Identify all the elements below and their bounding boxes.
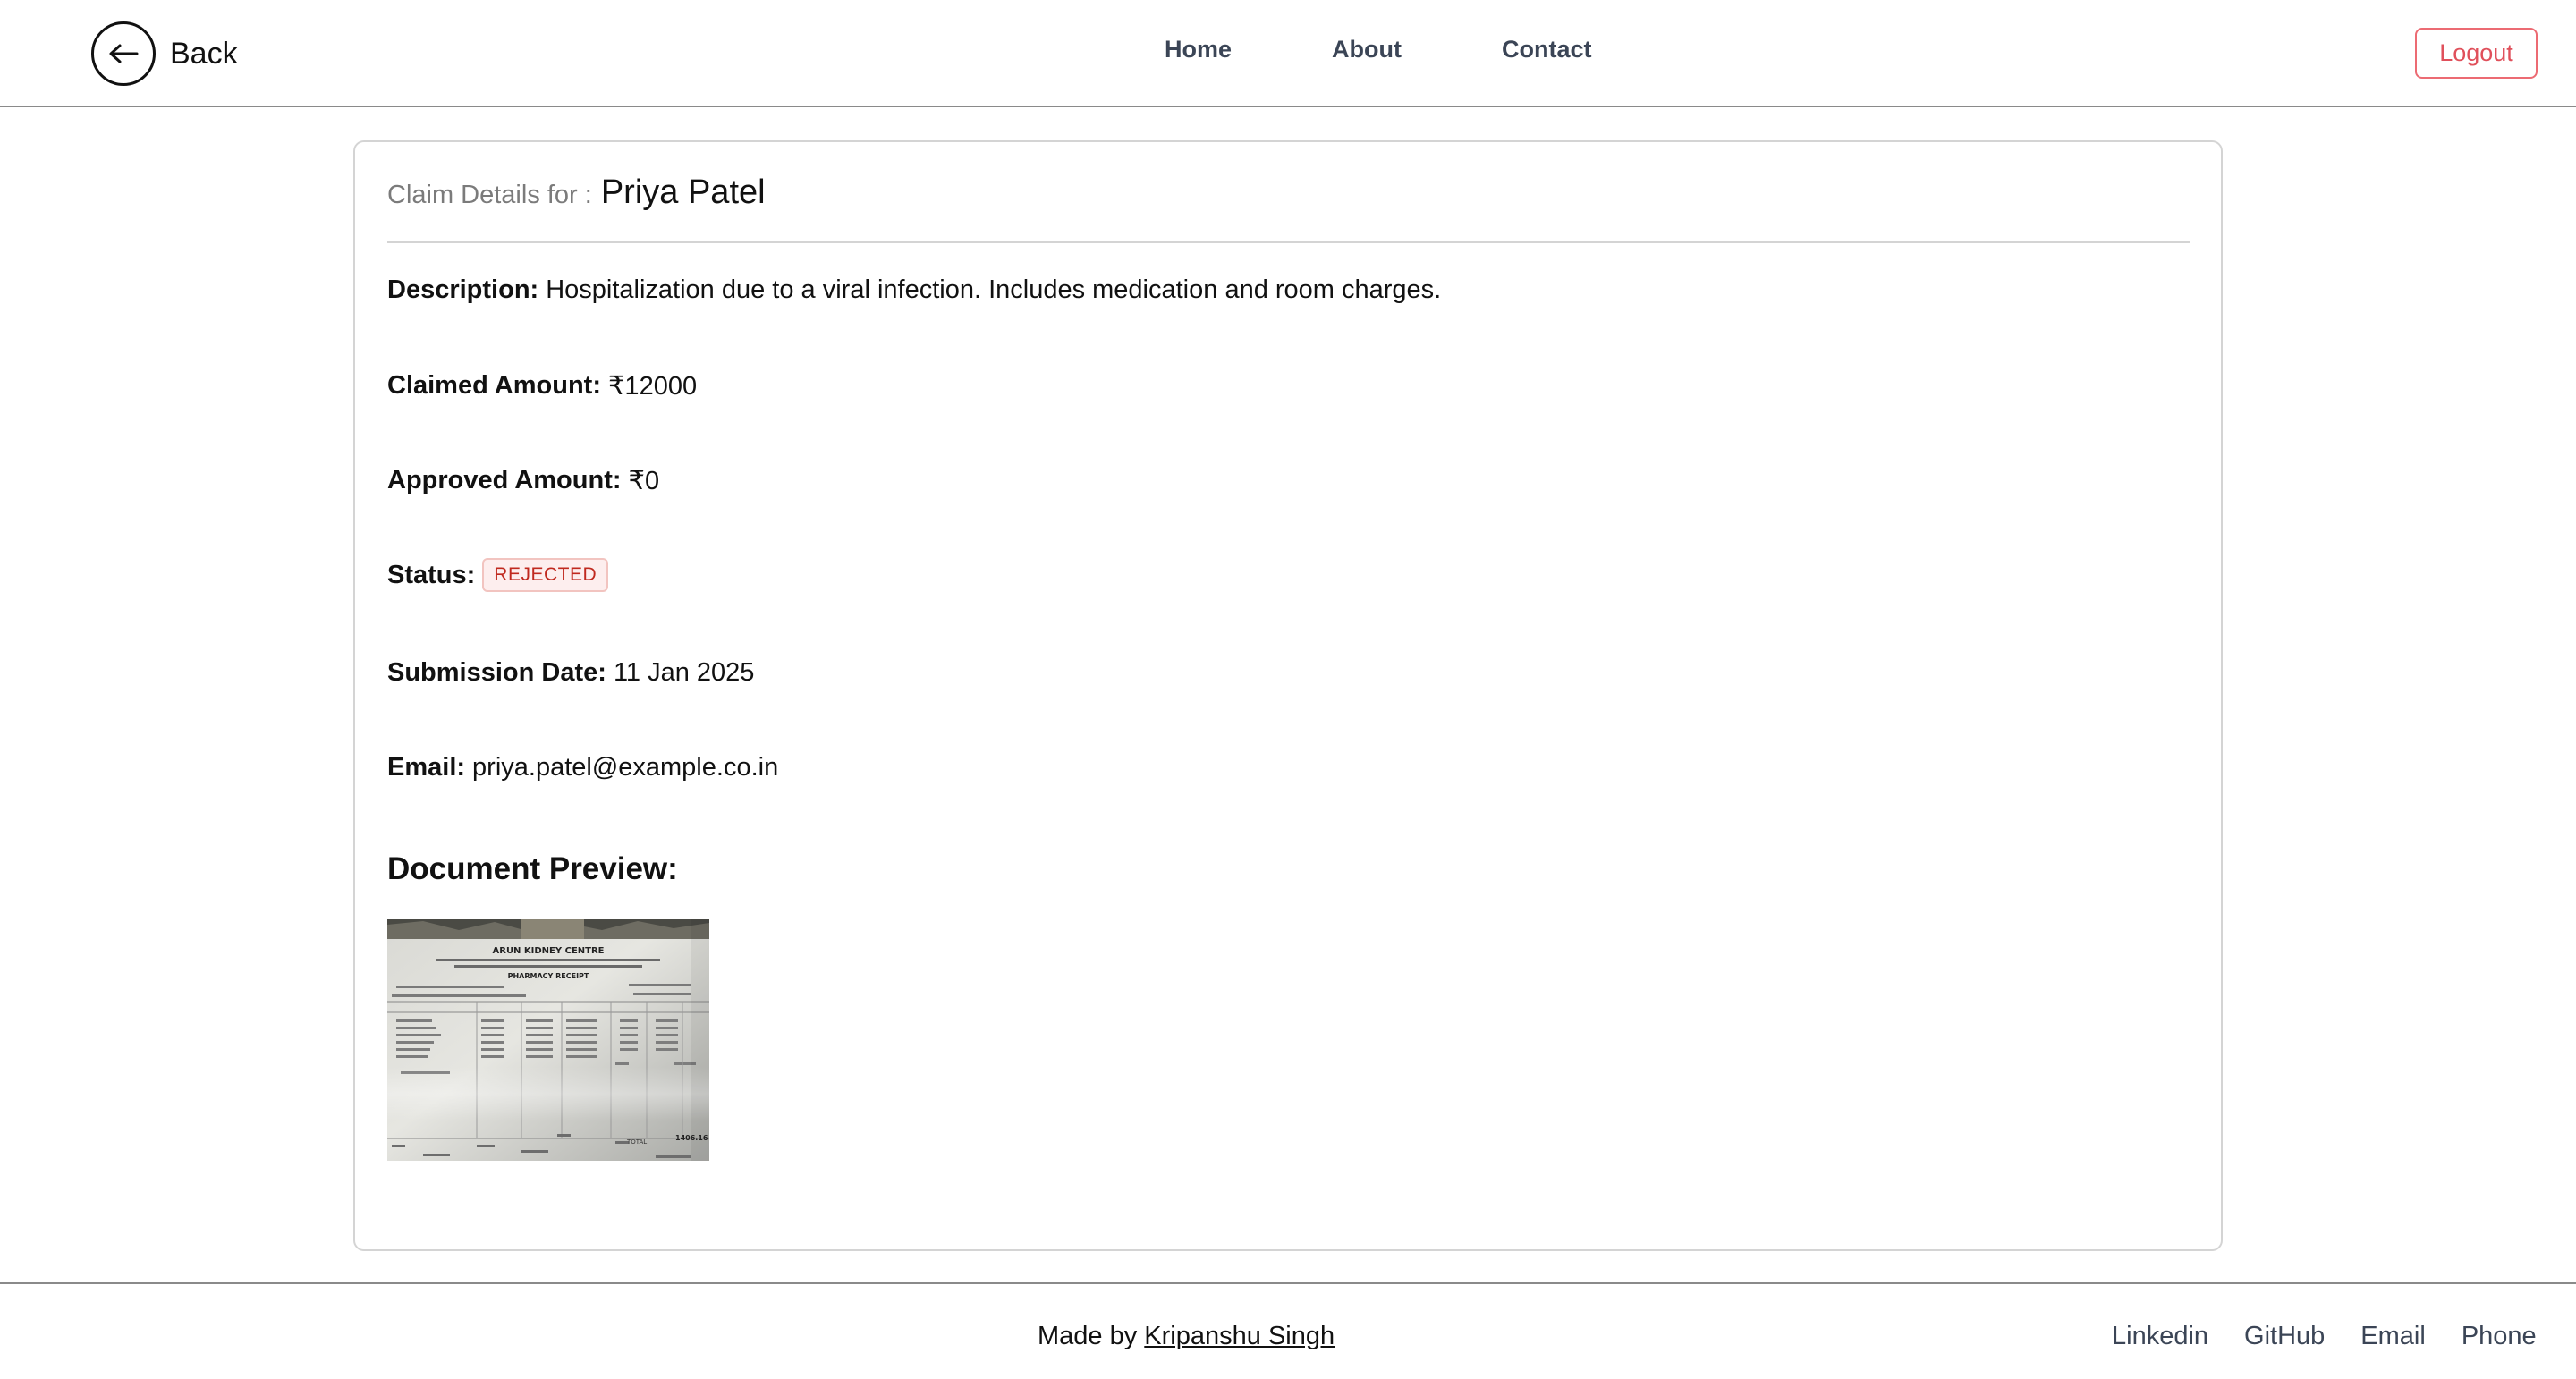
- footer-divider: [0, 1282, 2576, 1284]
- claimed-amount-row: Claimed Amount: ₹12000: [387, 370, 697, 402]
- email-label: Email:: [387, 753, 466, 782]
- title-divider: [387, 241, 2190, 243]
- receipt-photo: ARUN KIDNEY CENTRE PHARMACY RECEIPT TOTA…: [387, 919, 709, 1161]
- document-preview-image[interactable]: ARUN KIDNEY CENTRE PHARMACY RECEIPT TOTA…: [387, 919, 709, 1161]
- card-title-prefix: Claim Details for :: [387, 181, 592, 209]
- approved-amount-value: ₹0: [628, 467, 660, 495]
- footer-phone-link[interactable]: Phone: [2462, 1322, 2537, 1351]
- nav-contact-link[interactable]: Contact: [1502, 36, 1592, 63]
- footer-github-link[interactable]: GitHub: [2244, 1322, 2325, 1351]
- footer-links: Linkedin GitHub Email Phone: [2112, 1322, 2537, 1351]
- footer-email-link[interactable]: Email: [2360, 1322, 2426, 1351]
- approved-amount-row: Approved Amount: ₹0: [387, 465, 659, 496]
- receipt-clinic-name: ARUN KIDNEY CENTRE: [493, 946, 605, 956]
- description-value: Hospitalization due to a viral infection…: [546, 275, 1442, 304]
- claimed-amount-value: ₹12000: [607, 372, 698, 401]
- footer-linkedin-link[interactable]: Linkedin: [2112, 1322, 2208, 1351]
- description-label: Description:: [387, 275, 539, 304]
- email-row: Email: priya.patel@example.co.in: [387, 753, 778, 783]
- description-row: Description: Hospitalization due to a vi…: [387, 275, 1441, 305]
- approved-amount-label: Approved Amount:: [387, 466, 622, 495]
- made-by-prefix: Made by: [1038, 1322, 1138, 1350]
- top-navbar: Back Home About Contact Logout: [0, 0, 2576, 107]
- receipt-total-label: TOTAL: [626, 1138, 647, 1146]
- nav-about-link[interactable]: About: [1332, 36, 1402, 63]
- status-label: Status:: [387, 560, 476, 589]
- claimant-name: Priya Patel: [600, 173, 766, 211]
- main-nav: Home About Contact: [1165, 36, 1591, 63]
- document-preview-heading: Document Preview:: [387, 851, 678, 886]
- claim-details-card: Claim Details for : Priya Patel Descript…: [353, 140, 2223, 1251]
- submission-date-row: Submission Date: 11 Jan 2025: [387, 658, 754, 688]
- claimed-amount-label: Claimed Amount:: [387, 371, 601, 400]
- receipt-title: PHARMACY RECEIPT: [508, 972, 589, 980]
- status-row: Status: REJECTED: [387, 558, 609, 592]
- logout-button[interactable]: Logout: [2415, 28, 2538, 79]
- status-badge: REJECTED: [482, 558, 609, 592]
- back-label: Back: [170, 36, 238, 71]
- back-button[interactable]: Back: [91, 21, 238, 87]
- arrow-left-icon: [91, 21, 156, 86]
- email-value: priya.patel@example.co.in: [472, 753, 779, 782]
- nav-home-link[interactable]: Home: [1165, 36, 1232, 63]
- submission-date-value: 11 Jan 2025: [613, 658, 755, 687]
- card-title: Claim Details for : Priya Patel: [387, 173, 766, 212]
- author-link[interactable]: Kripanshu Singh: [1144, 1322, 1335, 1350]
- made-by-credit: Made by Kripanshu Singh: [1038, 1322, 1335, 1351]
- submission-date-label: Submission Date:: [387, 658, 606, 687]
